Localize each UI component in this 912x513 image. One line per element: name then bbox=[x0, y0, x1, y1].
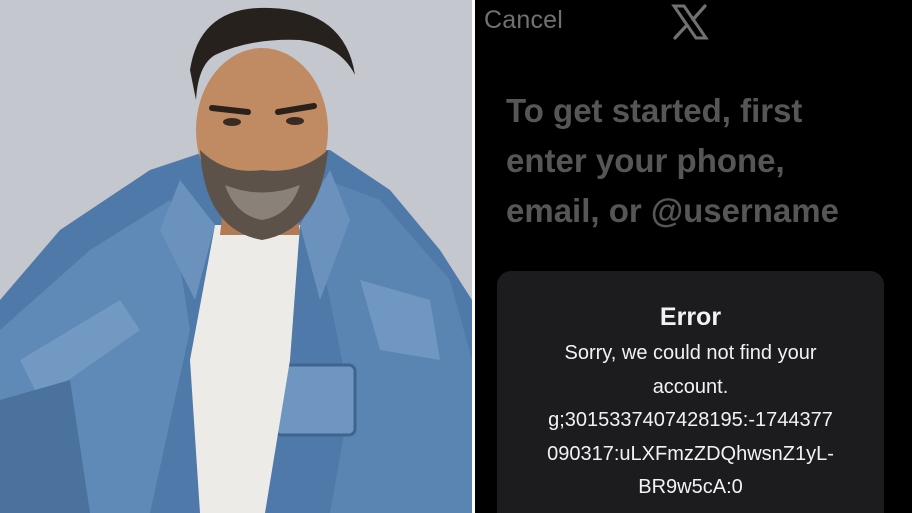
alert-message-line: g;3015337407428195:-1744377 bbox=[548, 409, 833, 431]
alert-title: Error bbox=[659, 303, 722, 331]
portrait-illustration bbox=[0, 0, 472, 513]
alert-message-line: Sorry, we could not find your bbox=[564, 342, 817, 364]
error-alert: Error Sorry, we could not find your acco… bbox=[497, 271, 884, 513]
alert-message-line: 090317:uLXFmzZDQhwsnZ1yL- bbox=[547, 442, 834, 465]
portrait-photo bbox=[0, 0, 472, 513]
alert-message-line: account. bbox=[652, 375, 729, 398]
alert-message: Sorry, we could not find your account. g… bbox=[497, 337, 884, 505]
login-screen: Cancel To get started, first enter your … bbox=[475, 0, 912, 513]
alert-message-line: BR9w5cA:0 bbox=[638, 476, 743, 498]
